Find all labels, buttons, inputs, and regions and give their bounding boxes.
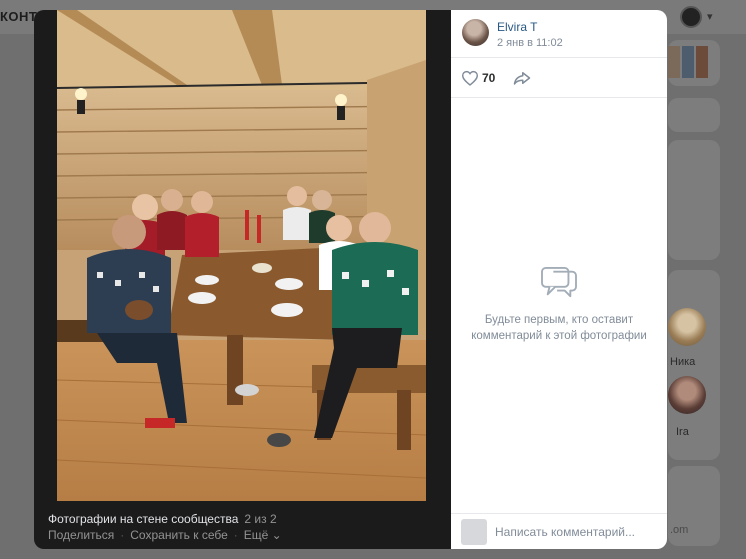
comment-input[interactable]: Написать комментарий...	[495, 525, 635, 539]
album-title[interactable]: Фотографии на стене сообщества	[48, 512, 238, 526]
empty-line-1: Будьте первым, кто оставит	[484, 314, 634, 326]
comment-composer[interactable]: Написать комментарий...	[451, 513, 667, 549]
background-card-friends: Ника Ira	[668, 270, 720, 460]
author-avatar[interactable]	[462, 19, 489, 46]
friend-avatar	[668, 308, 706, 346]
author-name[interactable]: Elvira T	[497, 20, 537, 34]
empty-line-2: комментарий к этой фотографии	[471, 330, 647, 342]
reactions-bar: 70	[451, 58, 667, 98]
separator: ·	[233, 528, 238, 542]
friend-name: Ira	[676, 426, 689, 438]
background-text: .om	[670, 524, 689, 536]
heart-icon[interactable]	[461, 70, 479, 86]
more-link[interactable]: Ещё ⌄	[244, 528, 282, 542]
friend-name: Ника	[670, 356, 696, 368]
save-link[interactable]: Сохранить к себе	[130, 528, 228, 542]
photo-caption: Фотографии на стене сообщества 2 из 2	[48, 512, 277, 526]
separator: ·	[120, 528, 125, 542]
share-arrow-icon[interactable]	[513, 70, 531, 86]
account-avatar	[680, 6, 702, 28]
my-avatar	[461, 519, 487, 545]
photo-side-panel: Elvira T 2 янв в 11:02 70 Будьте первым,…	[451, 10, 667, 549]
background-card-photos	[668, 40, 720, 86]
friend-avatar	[668, 376, 706, 414]
post-header: Elvira T 2 янв в 11:02	[451, 10, 667, 58]
background-card	[668, 140, 720, 260]
background-card: .om	[668, 466, 720, 546]
share-link[interactable]: Поделиться	[48, 528, 114, 542]
photo-image	[57, 10, 426, 501]
chevron-down-icon: ⌄	[271, 528, 282, 542]
chevron-down-icon: ▾	[707, 11, 713, 23]
more-label: Ещё	[243, 528, 269, 542]
background-logo: КОНТ	[0, 9, 38, 24]
like-count: 70	[482, 71, 496, 85]
no-comments-placeholder: Будьте первым, кто оставит комментарий к…	[451, 266, 667, 344]
photo-actions: Поделиться · Сохранить к себе · Ещё ⌄	[48, 528, 282, 542]
photo-counter: 2 из 2	[244, 512, 277, 526]
background-card	[668, 98, 720, 132]
comments-icon	[541, 266, 577, 298]
post-date[interactable]: 2 янв в 11:02	[497, 37, 563, 49]
photo[interactable]	[57, 10, 426, 501]
